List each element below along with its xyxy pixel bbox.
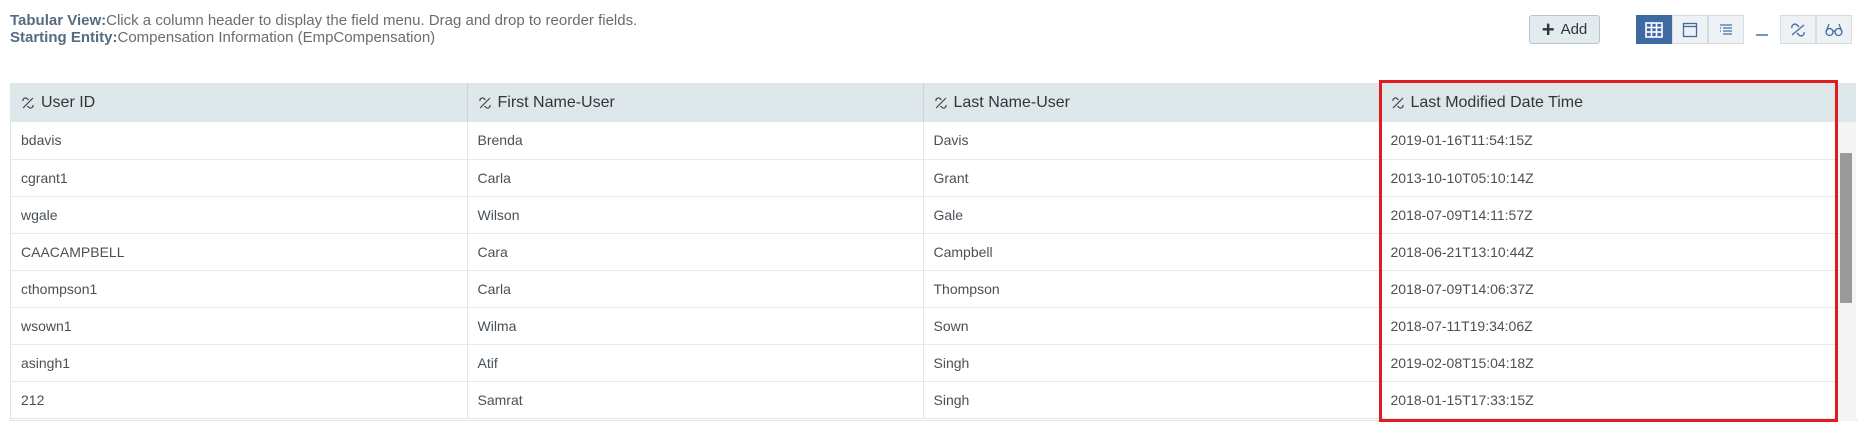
list-icon <box>1720 23 1732 35</box>
cell-first-name: Samrat <box>467 381 924 419</box>
cell-last-name: Thompson <box>923 270 1381 308</box>
column-header-last-name[interactable]: Last Name-User <box>923 83 1381 122</box>
cell-user-id: 212 <box>11 381 468 419</box>
column-header-label: Last Name-User <box>953 93 1070 111</box>
unlink-icon <box>934 96 947 109</box>
cell-last-name: Davis <box>923 122 1381 160</box>
info-panel: Tabular View:Click a column header to di… <box>10 12 637 46</box>
window-view-button[interactable] <box>1672 15 1708 44</box>
table-row[interactable]: cthompson1 Carla Thompson 2018-07-09T14:… <box>11 270 1838 308</box>
table-row[interactable]: cgrant1 Carla Grant 2013-10-10T05:10:14Z <box>11 159 1838 197</box>
table-row[interactable]: wsown1 Wilma Sown 2018-07-11T19:34:06Z <box>11 307 1838 345</box>
results-table: User ID First Name-User Last Name-User L… <box>10 83 1858 421</box>
window-icon <box>1682 22 1698 37</box>
list-view-button[interactable] <box>1708 15 1744 44</box>
unlink-icon <box>1791 22 1805 37</box>
table-row[interactable]: CAACAMPBELL Cara Campbell 2018-06-21T13:… <box>11 233 1838 271</box>
starting-entity-value: Compensation Information (EmpCompensatio… <box>117 29 436 46</box>
cell-first-name: Cara <box>467 233 924 271</box>
plus-icon: + <box>1541 16 1555 42</box>
preview-button[interactable] <box>1816 15 1852 44</box>
table-row[interactable]: 212 Samrat Singh 2018-01-15T17:33:15Z <box>11 381 1838 419</box>
scrollbar-header-cap <box>1836 83 1856 122</box>
add-button[interactable]: + Add <box>1529 15 1600 44</box>
cell-user-id: cthompson1 <box>11 270 468 308</box>
table-grid-icon <box>1645 21 1663 38</box>
cell-last-name: Singh <box>923 344 1381 382</box>
cell-user-id: CAACAMPBELL <box>11 233 468 271</box>
cell-last-name: Gale <box>923 196 1381 234</box>
column-header-user-id[interactable]: User ID <box>11 83 468 122</box>
unlink-button[interactable] <box>1780 15 1816 44</box>
table-header-row: User ID First Name-User Last Name-User L… <box>11 83 1838 122</box>
vertical-scrollbar[interactable] <box>1836 83 1856 421</box>
cell-last-name: Grant <box>923 159 1381 197</box>
unlink-icon <box>22 96 34 109</box>
starting-entity-label: Starting Entity: <box>10 29 118 46</box>
minimize-view-button[interactable] <box>1744 15 1780 44</box>
cell-user-id: bdavis <box>11 122 468 160</box>
cell-user-id: wgale <box>11 196 468 234</box>
tabular-view-label: Tabular View: <box>10 12 107 29</box>
glasses-icon <box>1825 23 1843 36</box>
cell-user-id: wsown1 <box>11 307 468 345</box>
column-header-label: Last Modified Date Time <box>1410 93 1584 111</box>
cell-last-modified: 2018-07-09T14:11:57Z <box>1380 196 1838 234</box>
cell-user-id: cgrant1 <box>11 159 468 197</box>
column-header-last-modified[interactable]: Last Modified Date Time <box>1380 83 1838 122</box>
cell-last-modified: 2019-01-16T11:54:15Z <box>1380 122 1838 160</box>
table-row[interactable]: bdavis Brenda Davis 2019-01-16T11:54:15Z <box>11 122 1838 160</box>
cell-first-name: Atif <box>467 344 924 382</box>
unlink-icon <box>1391 96 1404 109</box>
column-header-first-name[interactable]: First Name-User <box>467 83 924 122</box>
cell-first-name: Brenda <box>467 122 924 160</box>
cell-last-name: Singh <box>923 381 1381 419</box>
cell-last-modified: 2018-06-21T13:10:44Z <box>1380 233 1838 271</box>
unlink-icon <box>478 96 491 109</box>
scrollbar-thumb[interactable] <box>1840 153 1852 303</box>
cell-last-modified: 2018-07-11T19:34:06Z <box>1380 307 1838 345</box>
column-header-label: First Name-User <box>497 93 615 111</box>
table-view-button[interactable] <box>1636 15 1672 44</box>
minimize-icon <box>1756 33 1768 36</box>
view-toggle-group <box>1636 15 1852 44</box>
add-button-label: Add <box>1560 21 1588 38</box>
cell-last-modified: 2018-01-15T17:33:15Z <box>1380 381 1838 419</box>
table-row[interactable]: wgale Wilson Gale 2018-07-09T14:11:57Z <box>11 196 1838 234</box>
cell-first-name: Carla <box>467 270 924 308</box>
cell-last-modified: 2018-07-09T14:06:37Z <box>1380 270 1838 308</box>
tabular-view-description: Click a column header to display the fie… <box>106 12 638 29</box>
cell-last-name: Campbell <box>923 233 1381 271</box>
tabular-view-line: Tabular View:Click a column header to di… <box>10 12 637 29</box>
table-row[interactable]: asingh1 Atif Singh 2019-02-08T15:04:18Z <box>11 344 1838 382</box>
cell-last-modified: 2019-02-08T15:04:18Z <box>1380 344 1838 382</box>
cell-first-name: Wilson <box>467 196 924 234</box>
cell-user-id: asingh1 <box>11 344 468 382</box>
cell-first-name: Wilma <box>467 307 924 345</box>
cell-last-modified: 2013-10-10T05:10:14Z <box>1380 159 1838 197</box>
cell-last-name: Sown <box>923 307 1381 345</box>
column-header-label: User ID <box>41 93 96 111</box>
cell-first-name: Carla <box>467 159 924 197</box>
starting-entity-line: Starting Entity:Compensation Information… <box>10 29 637 46</box>
